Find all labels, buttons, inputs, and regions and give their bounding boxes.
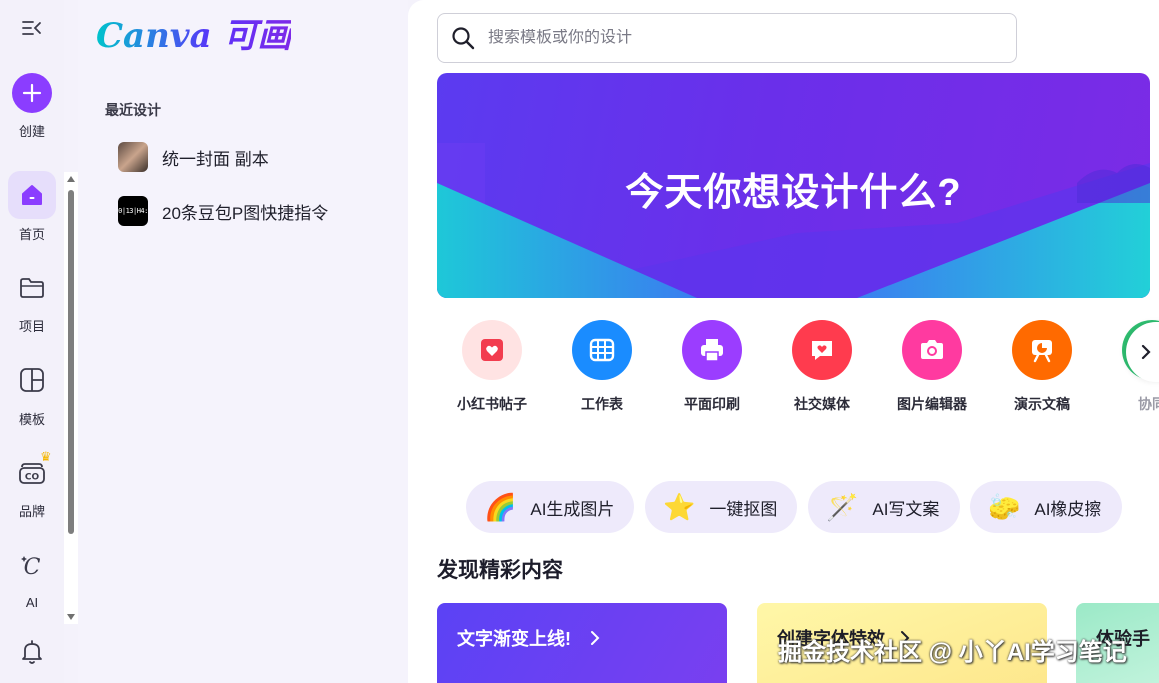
rail-item-ai[interactable]: C (8, 542, 56, 590)
rail-scrollbar[interactable] (64, 172, 78, 624)
discover-title: 发现精彩内容 (437, 559, 563, 582)
scroll-down-arrow[interactable] (67, 614, 75, 620)
star-icon: ⭐ (663, 491, 696, 522)
category-photo-editor[interactable]: 图片编辑器 (877, 320, 987, 414)
category-label: 小红书帖子 (457, 396, 527, 412)
card-label: 文字渐变上线! (457, 629, 571, 649)
feature-card-text-gradient[interactable]: 文字渐变上线! (437, 603, 727, 683)
create-label: 创建 (18, 124, 45, 139)
bell-icon (22, 640, 42, 664)
plus-icon (22, 83, 42, 103)
magic-wand-icon: 🪄 (826, 491, 859, 522)
notifications-button[interactable] (8, 628, 56, 676)
svg-text:CO: CO (25, 473, 40, 483)
ai-copywriting-button[interactable]: 🪄 AI写文案 (808, 481, 960, 533)
search-icon (452, 27, 475, 50)
chevron-right-icon (591, 631, 600, 645)
category-label: 演示文稿 (1014, 396, 1070, 412)
category-label: 工作表 (581, 396, 623, 412)
one-click-cutout-button[interactable]: ⭐ 一键抠图 (645, 481, 797, 533)
search-bar[interactable] (437, 13, 1017, 63)
category-print[interactable]: 平面印刷 (657, 320, 767, 414)
rail-item-templates[interactable] (8, 356, 56, 404)
create-button[interactable] (12, 73, 52, 113)
crown-icon: ♛ (40, 449, 52, 464)
recent-designs-title: 最近设计 (105, 102, 161, 118)
table-icon (572, 320, 632, 380)
category-worksheet[interactable]: 工作表 (547, 320, 657, 414)
hero-banner: 今天你想设计什么? (437, 73, 1150, 298)
category-label: 平面印刷 (684, 396, 740, 412)
collapse-menu-icon[interactable] (18, 16, 46, 40)
chip-label: AI生成图片 (530, 499, 615, 519)
rail-label-projects: 项目 (18, 319, 45, 334)
chip-label: 一键抠图 (709, 499, 778, 519)
folder-icon (20, 278, 44, 298)
hero-title: 今天你想设计什么? (625, 172, 962, 214)
chat-heart-icon (792, 320, 852, 380)
category-presentation[interactable]: 演示文稿 (987, 320, 1097, 414)
rainbow-icon: 🌈 (484, 491, 517, 522)
chip-label: AI橡皮擦 (1034, 499, 1102, 519)
canva-logo[interactable]: Canva 可画 (96, 8, 291, 57)
ai-generate-image-button[interactable]: 🌈 AI生成图片 (466, 481, 634, 533)
recent-design-item[interactable]: 统一封面 副本 (118, 140, 398, 174)
recent-design-label: 统一封面 副本 (162, 149, 269, 169)
category-label: 图片编辑器 (897, 396, 967, 412)
design-thumbnail: 0|13|H4: (118, 196, 148, 226)
chevron-right-icon (1141, 344, 1151, 360)
chip-label: AI写文案 (872, 499, 940, 519)
rail-item-home[interactable] (8, 171, 56, 219)
home-icon (22, 185, 42, 205)
eraser-icon: 🧽 (988, 491, 1021, 522)
category-label: 社交媒体 (794, 396, 850, 412)
rail-label-ai: AI (25, 595, 39, 610)
search-input[interactable] (488, 29, 1016, 47)
design-thumbnail (118, 142, 148, 172)
camera-icon (902, 320, 962, 380)
heart-card-icon (462, 320, 522, 380)
category-xiaohongshu[interactable]: 小红书帖子 (437, 320, 547, 414)
presentation-icon (1012, 320, 1072, 380)
rail-label-home: 首页 (18, 227, 45, 242)
left-rail: 创建 首页 项目 模板 CO ♛ 品牌 C AI (0, 0, 64, 683)
recent-design-item[interactable]: 0|13|H4: 20条豆包P图快捷指令 (118, 194, 398, 228)
ai-eraser-button[interactable]: 🧽 AI橡皮擦 (970, 481, 1122, 533)
recent-design-label: 20条豆包P图快捷指令 (162, 203, 329, 223)
category-label: 协同 (1138, 396, 1159, 412)
main-content: 今天你想设计什么? 小红书帖子 工作表 平面印刷 (408, 0, 1159, 683)
ai-icon: C (21, 555, 41, 580)
rail-label-templates: 模板 (18, 412, 45, 427)
rail-item-projects[interactable] (8, 264, 56, 312)
watermark: 掘金技术社区 @ 小丫AI学习笔记 (778, 639, 1127, 666)
category-social-media[interactable]: 社交媒体 (767, 320, 877, 414)
templates-icon (20, 368, 44, 392)
rail-label-brand: 品牌 (18, 504, 45, 519)
printer-icon (682, 320, 742, 380)
scroll-up-arrow[interactable] (67, 176, 75, 182)
scroll-thumb[interactable] (68, 190, 74, 534)
